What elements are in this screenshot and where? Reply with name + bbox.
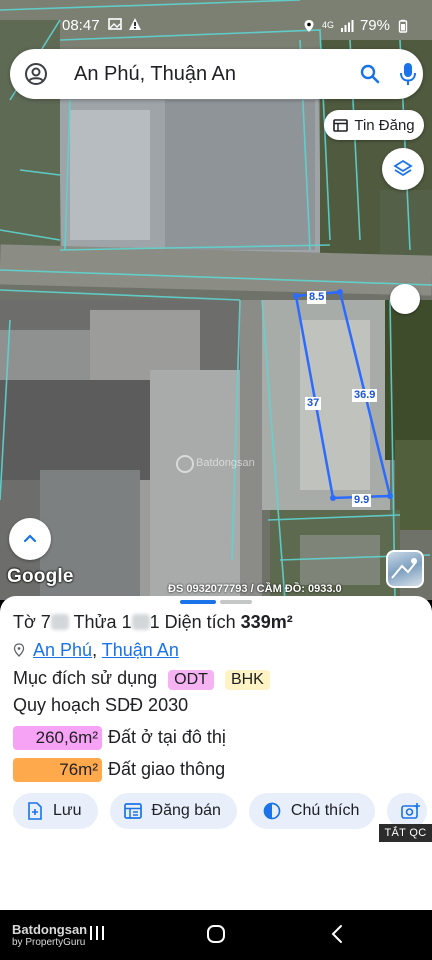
legend-icon (263, 802, 281, 820)
location-pin-icon (13, 643, 25, 657)
dimension-label-bottom: 9.9 (352, 494, 372, 507)
signal-icon (340, 19, 354, 32)
google-logo: Google (7, 566, 74, 587)
location-separator: , (92, 640, 98, 660)
legend-button[interactable]: Chú thích (248, 793, 376, 829)
logo-subtext: by PropertyGuru (12, 937, 86, 948)
land-use-row: Mục đích sử dụng ODT BHK (13, 668, 270, 690)
thua-label: Thửa 1 (73, 612, 132, 632)
tag-odt: ODT (168, 670, 214, 690)
sheet-handle[interactable] (180, 600, 252, 604)
camera-icon (401, 803, 421, 819)
svg-text:Batdongsan: Batdongsan (196, 457, 255, 469)
tin-dang-button[interactable]: Tin Đăng (324, 110, 424, 140)
mic-icon[interactable] (398, 61, 418, 87)
compass-button[interactable] (390, 284, 420, 314)
search-input[interactable]: An Phú, Thuận An (74, 63, 236, 86)
tin-dang-label: Tin Đăng (354, 116, 415, 134)
battery-percent: 79% (359, 17, 390, 34)
batdongsan-logo: Batdongsan by PropertyGuru (12, 922, 87, 948)
parcel-info-sheet[interactable]: Tờ 7 Thửa 1 1 Diện tích 339m² An Phú, Thu… (0, 596, 432, 910)
action-chips: Lưu Đăng bán Chú thích (13, 793, 428, 829)
save-icon (28, 802, 42, 820)
planning-title: Quy hoạch SDĐ 2030 (13, 695, 189, 715)
expand-sheet-button[interactable] (9, 518, 51, 560)
screen: 8.5 37 36.9 9.9 Batdongsan Google ĐS 093… (0, 0, 432, 960)
status-time: 08:47 (62, 17, 100, 34)
city-link[interactable]: Thuận An (102, 640, 179, 660)
disable-ads-button[interactable]: TẮT QC (379, 824, 432, 842)
tag-bhk: BHK (224, 670, 270, 690)
save-label: Lưu (53, 802, 82, 819)
zone-area: 260,6m² (13, 726, 102, 750)
listing-icon (123, 803, 142, 819)
zone-row: 76m² Đất giao thông (13, 758, 225, 782)
street-view-thumbnail[interactable] (386, 550, 424, 588)
dimension-label-left: 37 (305, 397, 322, 410)
layers-button[interactable] (382, 148, 424, 190)
network-type: 4G (321, 20, 334, 30)
zone-label: Đất ở tại đô thị (108, 727, 226, 747)
layers-icon (393, 159, 413, 177)
gallery-icon (108, 18, 122, 30)
zone-area: 76m² (13, 758, 102, 782)
parcel-title: Tờ 7 Thửa 1 1 Diện tích 339m² (13, 612, 293, 633)
post-for-sale-button[interactable]: Đăng bán (109, 793, 237, 829)
area-label: Diện tích (164, 612, 236, 632)
map-watermark-text: ĐS 0932077793 / CẦM ĐỒ: 0933.0 (168, 583, 342, 595)
legend-label: Chú thích (290, 802, 360, 819)
chevron-up-icon (23, 534, 37, 543)
navigation-bar: Batdongsan by PropertyGuru (0, 910, 432, 960)
street-view-image (391, 558, 417, 579)
redacted-block (131, 614, 150, 630)
post-for-sale-label: Đăng bán (151, 802, 221, 819)
status-bar: 08:47 4G 79% (0, 0, 432, 44)
zone-row: 260,6m² Đất ở tại đô thị (13, 726, 226, 750)
location-icon (304, 19, 314, 32)
account-circle-icon[interactable] (24, 62, 48, 86)
dimension-label-right: 36.9 (352, 389, 378, 402)
land-use-label: Mục đích sử dụng (13, 668, 158, 688)
thua-tail: 1 (149, 612, 160, 632)
redacted-block (50, 614, 69, 630)
search-bar[interactable]: An Phú, Thuận An (10, 49, 423, 99)
to-label: Tờ 7 (13, 612, 51, 632)
save-button[interactable]: Lưu (13, 793, 98, 829)
ward-link[interactable]: An Phú (33, 640, 92, 660)
search-icon[interactable] (358, 62, 382, 86)
listing-icon (333, 118, 349, 132)
back-icon[interactable] (330, 924, 344, 944)
area-value: 339m² (240, 612, 293, 632)
dimension-label-top: 8.5 (307, 291, 327, 304)
home-icon[interactable] (206, 924, 226, 944)
parcel-location: An Phú, Thuận An (13, 640, 179, 661)
logo-text: Batdongsan (12, 922, 88, 937)
zone-label: Đất giao thông (108, 759, 226, 779)
warning-icon (129, 18, 141, 30)
batdongsan-watermark-logo: Batdongsan (176, 455, 255, 473)
recent-apps-icon[interactable] (88, 924, 106, 942)
battery-icon (398, 19, 408, 33)
